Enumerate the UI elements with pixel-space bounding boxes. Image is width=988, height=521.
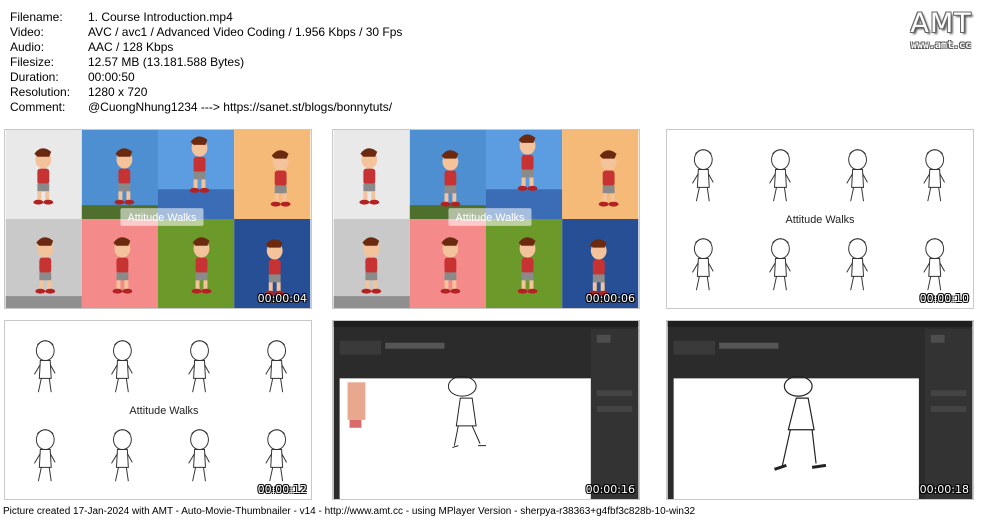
timestamp: 00:00:16 (585, 483, 635, 496)
file-info: Filename: 1. Course Introduction.mp4 Vide… (10, 10, 402, 115)
info-row-filesize: Filesize: 12.57 MB (13.181.588 Bytes) (10, 55, 245, 69)
frame-image: Attitude Walks (333, 130, 639, 308)
frame-image: Attitude Walks (667, 130, 973, 308)
logo-url: www.amt.cc (910, 40, 972, 51)
info-row-duration: Duration: 00:00:50 (10, 70, 135, 84)
info-row-video: Video: AVC / avc1 / Advanced Video Coding… (10, 25, 403, 39)
thumbnail-caption: Attitude Walks (455, 212, 525, 224)
info-row-filename: Filename: 1. Course Introduction.mp4 (10, 10, 233, 24)
timestamp: 00:00:18 (919, 483, 969, 496)
timestamp: 00:00:10 (919, 292, 969, 305)
thumbnail-6: 00:00:18 (666, 320, 974, 500)
frame-image: Attitude Walks (5, 130, 311, 308)
thumbnail-5: 00:00:16 (332, 320, 640, 500)
logo-text: AMT (910, 8, 972, 39)
info-row-audio: Audio: AAC / 128 Kbps (10, 40, 174, 54)
info-row-comment: Comment: @CuongNhung1234 ---> https://san… (10, 100, 393, 114)
info-row-resolution: Resolution: 1280 x 720 (10, 85, 148, 99)
thumbnail-2: Attitude Walks 00:00:06 (332, 129, 640, 309)
timestamp: 00:00:12 (257, 483, 307, 496)
frame-image: Attitude Walks (5, 321, 311, 499)
thumbnail-caption: Attitude Walks (127, 212, 197, 224)
thumbnail-caption: Attitude Walks (785, 214, 855, 226)
footer-credit: Picture created 17-Jan-2024 with AMT - A… (3, 506, 696, 517)
thumbnail-4: Attitude Walks 00:00:12 (4, 320, 312, 500)
thumbnail-3: Attitude Walks 00:00:10 (666, 129, 974, 309)
thumbnail-1: Attitude Walks 00:00:04 (4, 129, 312, 309)
frame-image (667, 321, 973, 499)
amt-logo: AMT www.amt.cc (908, 8, 974, 51)
frame-image (333, 321, 639, 499)
thumbnail-caption: Attitude Walks (129, 405, 199, 417)
timestamp: 00:00:06 (585, 292, 635, 305)
timestamp: 00:00:04 (257, 292, 307, 305)
